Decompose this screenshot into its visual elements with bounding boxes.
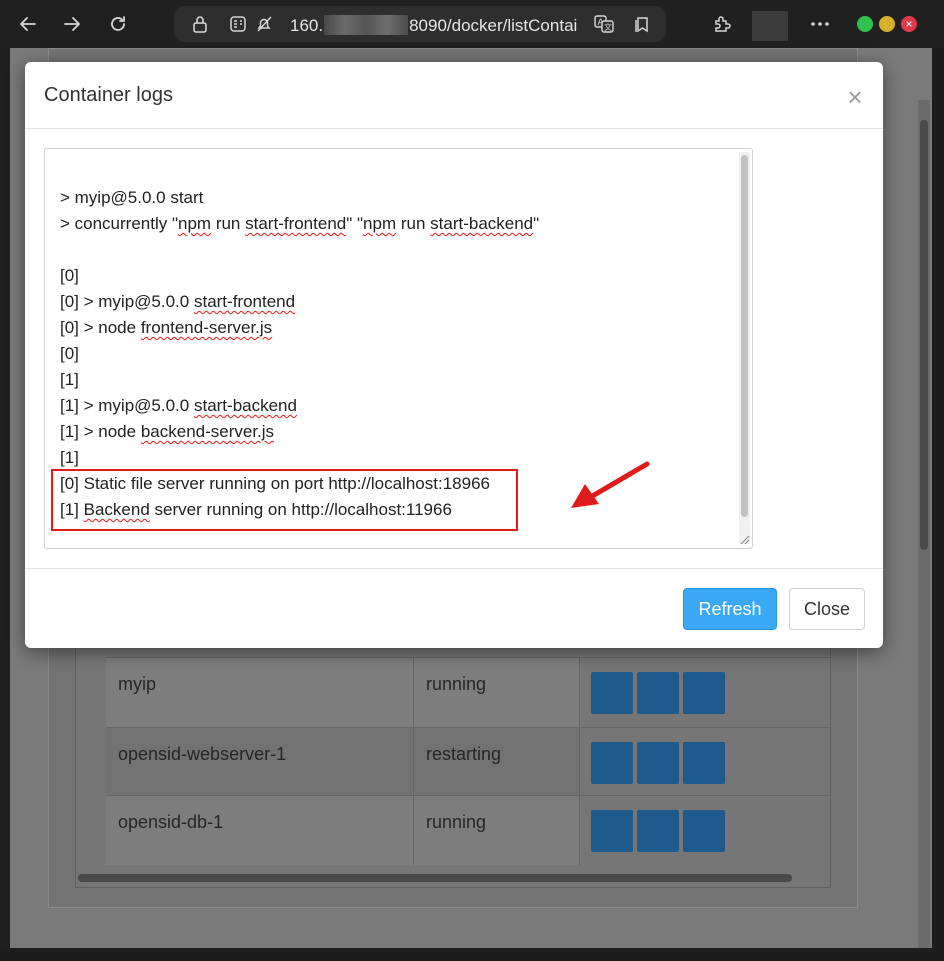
container-action-button[interactable]	[683, 742, 725, 784]
container-action-button[interactable]	[591, 810, 633, 852]
red-arrow-annotation-icon	[571, 461, 650, 508]
log-line: > concurrently "npm run start-frontend" …	[60, 214, 540, 233]
table-horizontal-scrollbar[interactable]	[78, 874, 792, 882]
container-status: restarting	[426, 744, 502, 764]
container-action-button[interactable]	[637, 810, 679, 852]
table-cell-status: restarting	[414, 728, 580, 795]
minimize-window-button[interactable]	[857, 16, 873, 32]
container-name: opensid-db-1	[118, 812, 224, 832]
browser-toolbar: 160. 8090/docker/listContai A文 ×	[0, 0, 944, 48]
table-row: opensid-webserver-1 restarting	[106, 727, 832, 795]
extensions-button[interactable]	[706, 8, 738, 40]
table-cell-status: running	[414, 658, 580, 727]
notifications-blocked-icon[interactable]	[254, 14, 274, 34]
log-scrollbar-thumb[interactable]	[741, 155, 748, 517]
reading-view-icon[interactable]	[632, 14, 652, 34]
container-status: running	[426, 812, 487, 832]
svg-text:文: 文	[604, 22, 612, 32]
container-name: myip	[118, 674, 157, 694]
close-window-button[interactable]: ×	[901, 16, 917, 32]
close-button[interactable]: Close	[789, 588, 865, 630]
log-line: > myip@5.0.0 start	[60, 188, 204, 207]
more-options-button[interactable]	[804, 8, 836, 40]
site-info-icon[interactable]	[228, 14, 248, 34]
table-row: myip running	[106, 657, 832, 727]
container-action-button[interactable]	[637, 672, 679, 714]
log-line: [1] > node backend-server.js	[60, 422, 275, 441]
container-logs-modal: Container logs × > myip@5.0.0 start > co…	[25, 62, 883, 648]
log-line: [0] > node frontend-server.js	[60, 318, 273, 337]
puzzle-icon	[715, 16, 731, 32]
log-line: [0] > myip@5.0.0 start-frontend	[60, 292, 296, 311]
back-arrow-icon	[20, 17, 36, 31]
maximize-window-button[interactable]	[879, 16, 895, 32]
back-button[interactable]	[12, 8, 44, 40]
table-cell-name: opensid-webserver-1	[106, 728, 414, 795]
container-action-button[interactable]	[683, 672, 725, 714]
table-cell-name: myip	[106, 658, 414, 727]
lock-icon[interactable]	[190, 14, 210, 34]
forward-arrow-icon	[64, 17, 80, 31]
log-line: [0]	[60, 266, 79, 285]
highlight-annotation-box	[51, 469, 518, 531]
url-text[interactable]: 160. 8090/docker/listContai	[290, 15, 590, 36]
log-line: [0]	[60, 344, 79, 363]
table-cell-name: opensid-db-1	[106, 796, 414, 865]
profile-avatar[interactable]	[752, 11, 788, 41]
modal-close-icon[interactable]: ×	[843, 82, 867, 112]
container-action-button[interactable]	[591, 672, 633, 714]
translate-icon[interactable]: A文	[594, 14, 614, 34]
window-edge	[932, 48, 944, 961]
modal-title: Container logs	[44, 84, 173, 106]
more-dots-icon	[811, 22, 829, 26]
log-line: [1] > myip@5.0.0 start-backend	[60, 396, 297, 415]
table-row: opensid-db-1 running	[106, 795, 832, 865]
page-scrollbar-thumb[interactable]	[920, 120, 928, 550]
window-edge-bottom	[0, 948, 944, 961]
modal-footer-divider	[25, 568, 883, 569]
redacted-ip	[324, 15, 409, 35]
container-status: running	[426, 674, 487, 694]
address-bar[interactable]: 160. 8090/docker/listContai A文	[174, 6, 666, 42]
forward-button[interactable]	[56, 8, 88, 40]
container-name: opensid-webserver-1	[118, 744, 287, 764]
container-action-button[interactable]	[637, 742, 679, 784]
log-line: [1]	[60, 370, 79, 389]
container-action-button[interactable]	[591, 742, 633, 784]
reload-icon	[111, 16, 125, 31]
refresh-button[interactable]: Refresh	[683, 588, 777, 630]
table-cell-status: running	[414, 796, 580, 865]
container-action-button[interactable]	[683, 810, 725, 852]
resize-grip-icon[interactable]	[738, 533, 750, 545]
containers-table: myip running opensid-webserver-1 restart…	[75, 608, 832, 888]
modal-header-divider	[25, 128, 883, 129]
reload-button[interactable]	[102, 8, 134, 40]
